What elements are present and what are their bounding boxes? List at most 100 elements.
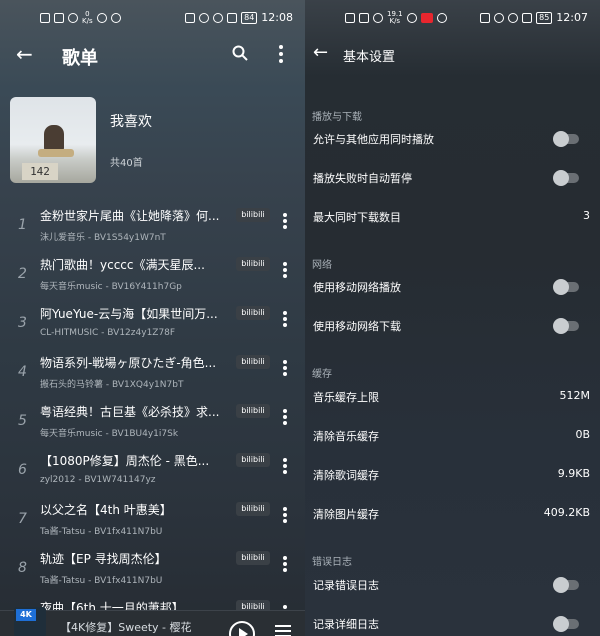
back-arrow-icon[interactable]: ← bbox=[313, 44, 328, 62]
status-left-icons: 19.1 K/s bbox=[345, 11, 447, 25]
toggle-switch[interactable] bbox=[551, 318, 581, 334]
clock: 12:07 bbox=[556, 11, 588, 24]
setting-max-downloads[interactable]: 最大同时下载数目 3 bbox=[305, 202, 600, 232]
setting-label: 清除歌词缓存 bbox=[313, 469, 379, 482]
setting-value: 512M bbox=[559, 389, 591, 402]
song-uploader: 沫儿爱音乐 - BV1S54y1W7nT bbox=[40, 233, 166, 243]
setting-label: 音乐缓存上限 bbox=[313, 391, 379, 404]
song-number: 6 bbox=[18, 462, 27, 478]
wifi-icon bbox=[68, 13, 78, 23]
song-more-icon[interactable] bbox=[283, 507, 289, 525]
section-header-playback: 播放与下载 bbox=[312, 112, 362, 123]
toggle-switch[interactable] bbox=[551, 131, 581, 147]
setting-music-cache-limit[interactable]: 音乐缓存上限 512M bbox=[305, 382, 600, 412]
messenger-icon bbox=[406, 13, 417, 23]
setting-pause-on-fail[interactable]: 播放失败时自动暂停 bbox=[305, 163, 600, 193]
song-row[interactable]: 3 阿YueYue-云与海【如果世间万... CL-HITMUSIC - BV1… bbox=[0, 301, 305, 350]
setting-label: 清除音乐缓存 bbox=[313, 430, 379, 443]
setting-record-verbose-log[interactable]: 记录详细日志 bbox=[305, 609, 600, 636]
section-header-log: 错误日志 bbox=[312, 557, 352, 568]
song-row[interactable]: 4 物语系列-戦場ヶ原ひたぎ-角色... 搬石头的马铃薯 - BV1XQ4y1N… bbox=[0, 350, 305, 399]
section-header-network: 网络 bbox=[312, 260, 332, 271]
signal-icon bbox=[359, 13, 369, 23]
net-speed: 19.1 K/s bbox=[387, 10, 403, 25]
status-right-icons: 85 12:07 bbox=[480, 11, 588, 24]
song-uploader: CL-HITMUSIC - BV12z4y1Z78F bbox=[40, 328, 176, 338]
source-badge: bilibili bbox=[236, 208, 270, 222]
setting-label: 清除图片缓存 bbox=[313, 508, 379, 521]
app-notification-icon bbox=[420, 13, 433, 23]
toggle-switch[interactable] bbox=[551, 577, 581, 593]
song-title: 粤语经典！古巨基《必杀技》求... bbox=[40, 405, 220, 419]
queue-list-icon[interactable] bbox=[275, 625, 291, 636]
signal-icon bbox=[54, 13, 64, 23]
song-row[interactable]: 6 【1080P修复】周杰伦 - 黑色... zyl2012 - BV1W741… bbox=[0, 448, 305, 497]
search-icon[interactable] bbox=[232, 45, 248, 61]
toggle-switch[interactable] bbox=[551, 170, 581, 186]
song-title: 阿YueYue-云与海【如果世间万... bbox=[40, 307, 218, 321]
song-title: 【1080P修复】周杰伦 - 黑色... bbox=[40, 454, 210, 468]
setting-record-error-log[interactable]: 记录错误日志 bbox=[305, 570, 600, 600]
settings-screen: 19.1 K/s 85 12:07 ← 基本设置 播放与下载 允许与其他应用同时播… bbox=[305, 0, 600, 636]
song-title: 金粉世家片尾曲《让她降落》何... bbox=[40, 209, 220, 223]
setting-clear-lyrics-cache[interactable]: 清除歌词缓存 9.9KB bbox=[305, 460, 600, 490]
do-not-disturb-icon bbox=[213, 12, 224, 23]
setting-mobile-download[interactable]: 使用移动网络下载 bbox=[305, 311, 600, 341]
heart-icon bbox=[110, 13, 121, 23]
song-number: 2 bbox=[18, 266, 27, 282]
source-badge: bilibili bbox=[236, 257, 270, 271]
play-button-icon[interactable] bbox=[229, 621, 255, 636]
song-number: 8 bbox=[18, 560, 27, 576]
do-not-disturb-icon bbox=[508, 12, 519, 23]
playlist-name: 我喜欢 bbox=[110, 114, 152, 130]
section-header-cache: 缓存 bbox=[312, 369, 332, 380]
song-row[interactable]: 8 轨迹【EP 寻找周杰伦】 Ta酱-Tatsu - BV1fx411N7bU … bbox=[0, 546, 305, 595]
mute-icon bbox=[227, 12, 238, 23]
song-more-icon[interactable] bbox=[283, 458, 289, 476]
song-number: 3 bbox=[18, 315, 27, 331]
nfc-icon bbox=[185, 12, 196, 23]
song-more-icon[interactable] bbox=[283, 213, 289, 231]
setting-value: 0B bbox=[575, 428, 590, 441]
song-uploader: zyl2012 - BV1W741147yz bbox=[40, 475, 156, 485]
song-uploader: 每天音乐music - BV16Y411h7Gp bbox=[40, 282, 182, 292]
more-options-icon[interactable] bbox=[278, 45, 284, 63]
setting-label: 允许与其他应用同时播放 bbox=[313, 133, 434, 146]
song-more-icon[interactable] bbox=[283, 262, 289, 280]
song-uploader: 搬石头的马铃薯 - BV1XQ4y1N7bT bbox=[40, 380, 184, 390]
song-uploader: 每天音乐music - BV1BU4y1i7Sk bbox=[40, 429, 179, 439]
song-title: 热门歌曲！ycccc《满天星辰... bbox=[40, 258, 205, 272]
setting-label: 使用移动网络下载 bbox=[313, 320, 401, 333]
toggle-switch[interactable] bbox=[551, 616, 581, 632]
net-speed: 0 K/s bbox=[82, 10, 93, 25]
page-title: 歌单 bbox=[62, 48, 98, 69]
setting-label: 播放失败时自动暂停 bbox=[313, 172, 412, 185]
status-bar: 0 K/s 84 12:08 bbox=[0, 0, 305, 36]
nfc-icon bbox=[480, 12, 491, 23]
source-badge: bilibili bbox=[236, 551, 270, 565]
song-more-icon[interactable] bbox=[283, 409, 289, 427]
song-more-icon[interactable] bbox=[283, 556, 289, 574]
song-row[interactable]: 2 热门歌曲！ycccc《满天星辰... 每天音乐music - BV16Y41… bbox=[0, 252, 305, 301]
setting-value: 9.9KB bbox=[557, 467, 590, 480]
mini-player[interactable]: 4K 【4K修复】Sweety - 樱花 bbox=[0, 607, 305, 636]
bluetooth-icon bbox=[494, 12, 505, 23]
setting-allow-other-apps[interactable]: 允许与其他应用同时播放 bbox=[305, 124, 600, 154]
status-right-icons: 84 12:08 bbox=[185, 11, 293, 24]
song-number: 4 bbox=[18, 364, 27, 380]
song-more-icon[interactable] bbox=[283, 311, 289, 329]
song-row[interactable]: 1 金粉世家片尾曲《让她降落》何... 沫儿爱音乐 - BV1S54y1W7nT… bbox=[0, 203, 305, 252]
mini-player-title: 【4K修复】Sweety - 樱花 bbox=[60, 621, 192, 634]
setting-mobile-play[interactable]: 使用移动网络播放 bbox=[305, 272, 600, 302]
song-uploader: Ta酱-Tatsu - BV1fx411N7bU bbox=[40, 576, 163, 586]
song-title: 物语系列-戦場ヶ原ひたぎ-角色... bbox=[40, 356, 217, 370]
toggle-switch[interactable] bbox=[551, 279, 581, 295]
back-arrow-icon[interactable]: ← bbox=[16, 44, 33, 64]
setting-clear-image-cache[interactable]: 清除图片缓存 409.2KB bbox=[305, 499, 600, 529]
song-row[interactable]: 5 粤语经典！古巨基《必杀技》求... 每天音乐music - BV1BU4y1… bbox=[0, 399, 305, 448]
setting-clear-music-cache[interactable]: 清除音乐缓存 0B bbox=[305, 421, 600, 451]
song-more-icon[interactable] bbox=[283, 360, 289, 378]
setting-value: 409.2KB bbox=[543, 506, 590, 519]
battery-indicator: 85 bbox=[536, 11, 553, 24]
song-row[interactable]: 7 以父之名【4th 叶惠美】 Ta酱-Tatsu - BV1fx411N7bU… bbox=[0, 497, 305, 546]
